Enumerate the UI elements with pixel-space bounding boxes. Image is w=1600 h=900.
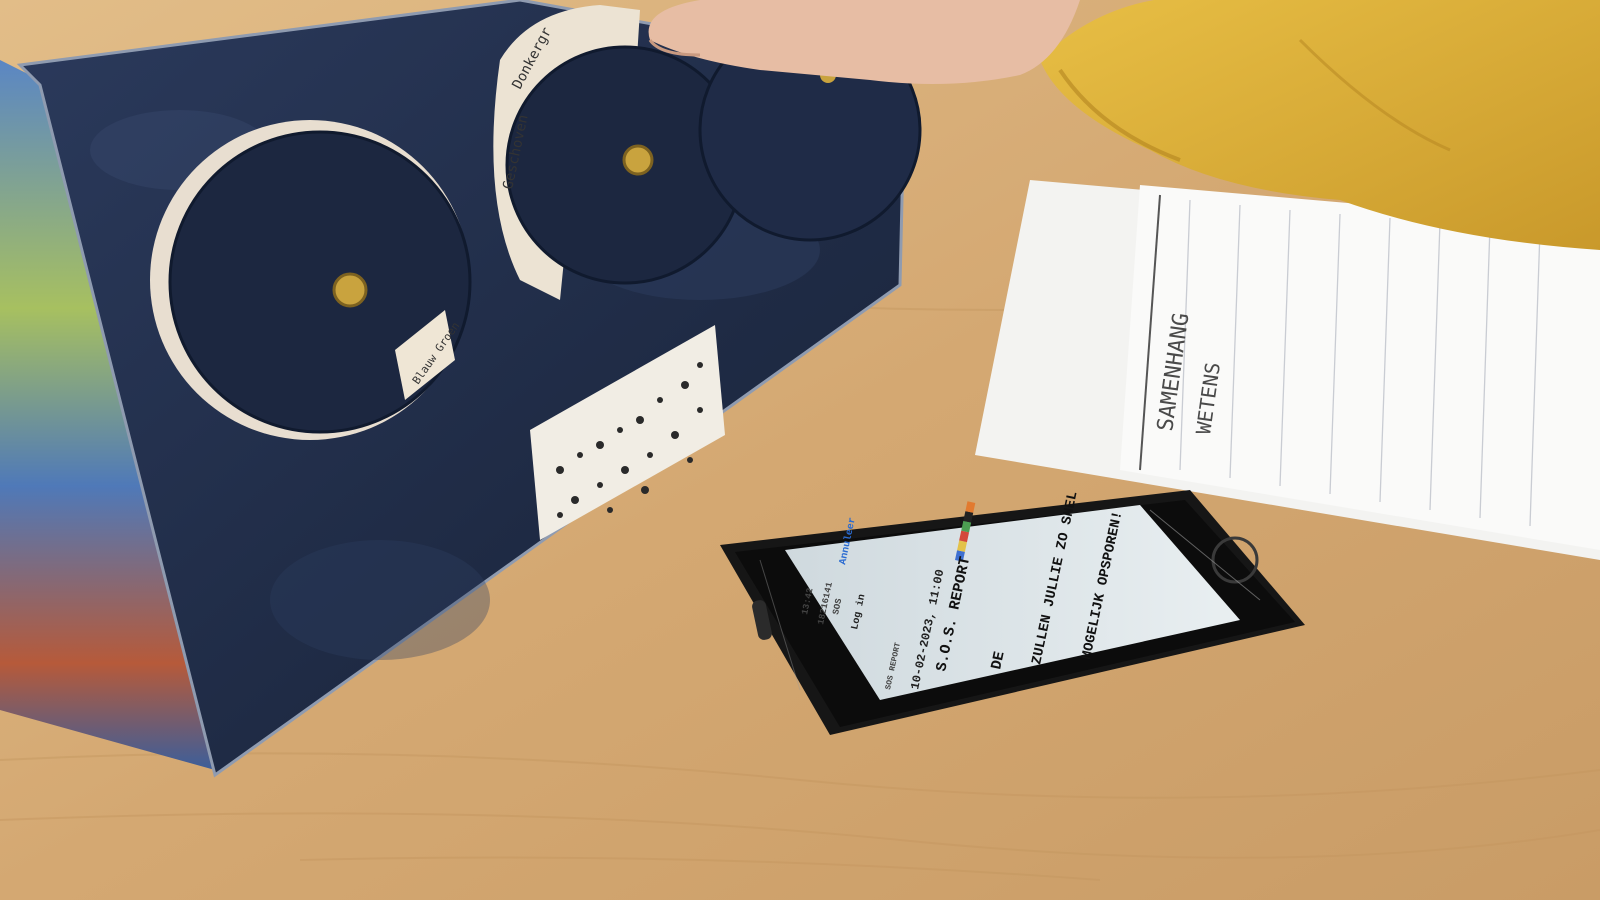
photo-scene: SAMENHANG WETENS Blauw Groen Donkergr Ge… xyxy=(0,0,1600,900)
dial-pin xyxy=(332,272,368,308)
dial-pin xyxy=(622,144,654,176)
dial-left[interactable] xyxy=(150,120,472,440)
